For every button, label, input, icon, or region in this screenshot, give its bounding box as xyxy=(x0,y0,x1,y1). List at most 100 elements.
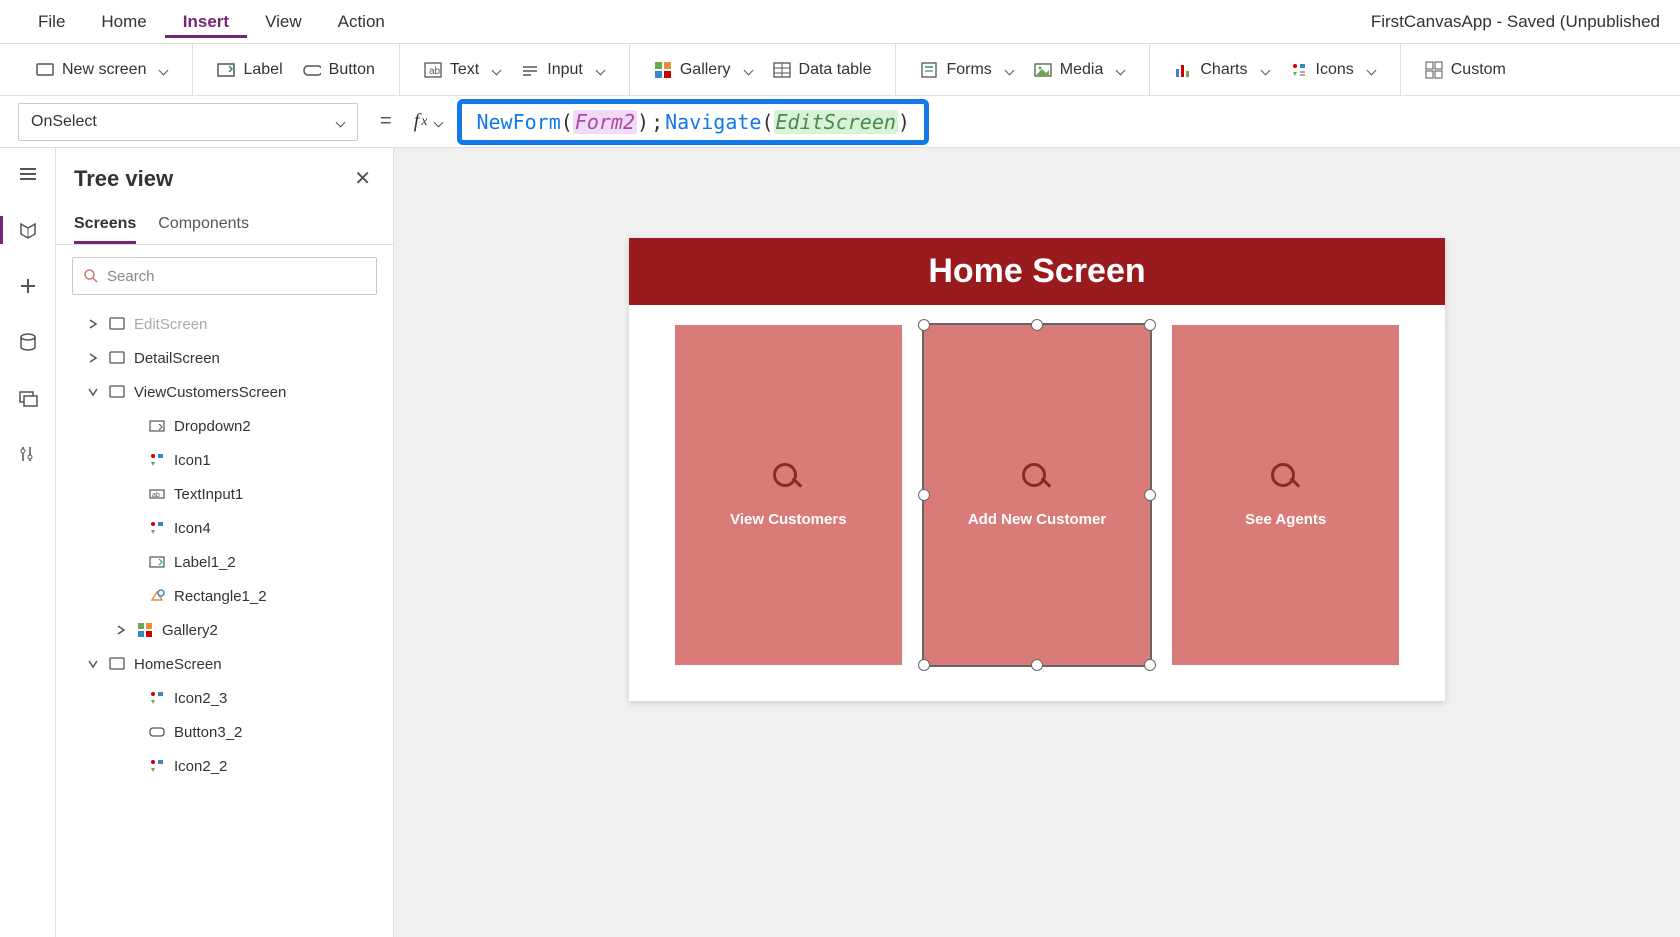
menu-home[interactable]: Home xyxy=(83,6,164,38)
app-title: FirstCanvasApp - Saved (Unpublished xyxy=(1371,12,1660,32)
tree-toggle-icon[interactable] xyxy=(126,759,140,773)
selection-handle[interactable] xyxy=(1144,489,1156,501)
tree-toggle-icon[interactable] xyxy=(126,521,140,535)
tree-node-detailscreen[interactable]: DetailScreen xyxy=(56,341,387,375)
left-rail xyxy=(0,148,56,937)
tree-toggle-icon[interactable] xyxy=(126,589,140,603)
button-button[interactable]: Button xyxy=(293,55,385,85)
custom-button[interactable]: Custom xyxy=(1415,55,1516,85)
label-icon xyxy=(217,61,235,79)
data-table-icon xyxy=(773,61,791,79)
charts-icon xyxy=(1174,61,1192,79)
tree-node-label1_2[interactable]: Label1_2 xyxy=(56,545,387,579)
charts-button[interactable]: Charts xyxy=(1164,55,1279,85)
tree-toggle-icon[interactable] xyxy=(126,725,140,739)
menu-view[interactable]: View xyxy=(247,6,320,38)
label-button[interactable]: Label xyxy=(207,55,292,85)
settings-rail-icon[interactable] xyxy=(12,438,44,470)
new-screen-button[interactable]: New screen xyxy=(26,55,178,85)
tree-view-icon[interactable] xyxy=(12,214,44,246)
selection-handle[interactable] xyxy=(1144,659,1156,671)
hamburger-icon[interactable] xyxy=(12,158,44,190)
tree-node-icon4[interactable]: Icon4 xyxy=(56,511,387,545)
data-icon[interactable] xyxy=(12,326,44,358)
tree-node-icon2_2[interactable]: Icon2_2 xyxy=(56,749,387,783)
tree-toggle-icon[interactable] xyxy=(86,657,100,671)
tree-node-dropdown2[interactable]: Dropdown2 xyxy=(56,409,387,443)
tree-scroll[interactable]: EditScreenDetailScreen ViewCustomersScree… xyxy=(56,307,393,937)
chevron-down-icon xyxy=(335,117,345,127)
tree-toggle-icon[interactable] xyxy=(126,691,140,705)
plus-icon[interactable] xyxy=(12,270,44,302)
forms-button[interactable]: Forms xyxy=(910,55,1023,85)
formula-input[interactable]: NewForm ( Form2 ) ; Navigate ( EditScree… xyxy=(457,99,929,145)
tree-node-label: Gallery2 xyxy=(162,622,218,639)
tree-node-gallery2[interactable]: Gallery2 xyxy=(56,613,387,647)
tree-node-icon1[interactable]: Icon1 xyxy=(56,443,387,477)
tree-node-label: Rectangle1_2 xyxy=(174,588,267,605)
icons-button[interactable]: Icons xyxy=(1280,55,1386,85)
tree-search-input[interactable]: Search xyxy=(72,257,377,295)
tree-node-label: Icon2_3 xyxy=(174,690,227,707)
selection-handle[interactable] xyxy=(918,659,930,671)
tile-view-customers[interactable]: View Customers xyxy=(675,325,902,665)
tree-toggle-icon[interactable] xyxy=(126,555,140,569)
media-button[interactable]: Media xyxy=(1024,55,1136,85)
rect-icon xyxy=(148,587,166,605)
tree-node-editscreen[interactable]: EditScreen xyxy=(56,307,387,341)
tree-node-label: Dropdown2 xyxy=(174,418,251,435)
data-table-button[interactable]: Data table xyxy=(763,55,882,85)
tree-node-homescreen[interactable]: HomeScreen xyxy=(56,647,387,681)
text-button[interactable]: ab Text xyxy=(414,55,511,85)
media-label: Media xyxy=(1060,61,1104,79)
input-button[interactable]: Input xyxy=(511,55,615,85)
tree-toggle-icon[interactable] xyxy=(126,453,140,467)
tree-node-button3_2[interactable]: Button3_2 xyxy=(56,715,387,749)
custom-icon xyxy=(1425,61,1443,79)
tree-toggle-icon[interactable] xyxy=(114,623,128,637)
icon-icon xyxy=(148,757,166,775)
media-rail-icon[interactable] xyxy=(12,382,44,414)
chevron-down-icon xyxy=(1366,65,1376,75)
search-placeholder: Search xyxy=(107,268,155,285)
tree-toggle-icon[interactable] xyxy=(86,351,100,365)
menu-action[interactable]: Action xyxy=(320,6,403,38)
formula-token-navigate: Navigate xyxy=(665,110,761,134)
tile-label: View Customers xyxy=(730,511,846,528)
app-screen: Home Screen View CustomersAdd New Custom… xyxy=(629,238,1445,701)
icon-icon xyxy=(148,451,166,469)
tree-node-rectangle1_2[interactable]: Rectangle1_2 xyxy=(56,579,387,613)
tree-node-viewcustomersscreen[interactable]: ViewCustomersScreen xyxy=(56,375,387,409)
button-text: Button xyxy=(329,61,375,79)
selection-handle[interactable] xyxy=(1144,319,1156,331)
tree-toggle-icon[interactable] xyxy=(126,419,140,433)
tree-node-label: ViewCustomersScreen xyxy=(134,384,286,401)
svg-text:ab: ab xyxy=(152,492,160,499)
tree-toggle-icon[interactable] xyxy=(126,487,140,501)
tree-toggle-icon[interactable] xyxy=(86,317,100,331)
tree-tabs: Screens Components xyxy=(56,201,393,245)
tile-see-agents[interactable]: See Agents xyxy=(1172,325,1399,665)
selection-handle[interactable] xyxy=(918,319,930,331)
tab-components[interactable]: Components xyxy=(158,207,249,244)
tree-toggle-icon[interactable] xyxy=(86,385,100,399)
selection-handle[interactable] xyxy=(918,489,930,501)
gallery-button[interactable]: Gallery xyxy=(644,55,763,85)
selection-handle[interactable] xyxy=(1031,659,1043,671)
selection-handle[interactable] xyxy=(1031,319,1043,331)
screen-icon xyxy=(108,315,126,333)
tree-node-textinput1[interactable]: abTextInput1 xyxy=(56,477,387,511)
chevron-down-icon xyxy=(158,65,168,75)
canvas-area[interactable]: Home Screen View CustomersAdd New Custom… xyxy=(394,148,1680,937)
menubar-left: File Home Insert View Action xyxy=(20,6,403,38)
label-icon xyxy=(148,553,166,571)
tree-node-icon2_3[interactable]: Icon2_3 xyxy=(56,681,387,715)
menu-insert[interactable]: Insert xyxy=(165,6,247,38)
menu-file[interactable]: File xyxy=(20,6,83,38)
fx-label[interactable]: fx xyxy=(414,110,444,133)
tab-screens[interactable]: Screens xyxy=(74,207,136,244)
property-selector[interactable]: OnSelect xyxy=(18,103,358,141)
close-icon[interactable]: ✕ xyxy=(350,162,375,195)
icon-icon xyxy=(148,689,166,707)
tile-add-new-customer[interactable]: Add New Customer xyxy=(924,325,1151,665)
